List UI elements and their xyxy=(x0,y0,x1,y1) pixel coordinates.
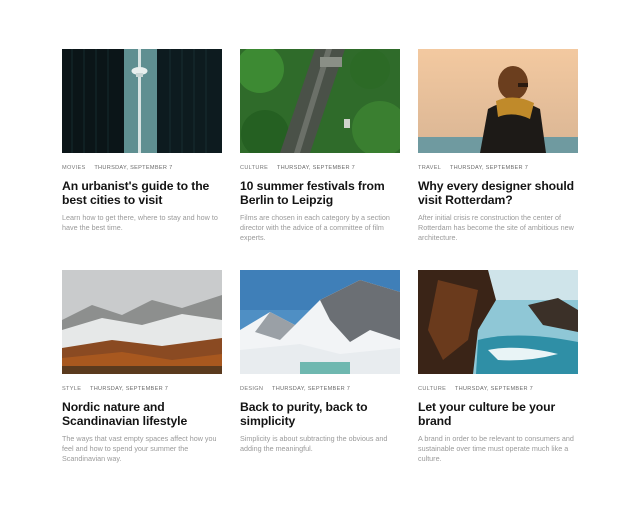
article-excerpt: After initial crisis re construction the… xyxy=(418,213,574,243)
article-excerpt: A brand in order to be relevant to consu… xyxy=(418,434,574,464)
article-meta: Culture Thursday, September 7 xyxy=(240,163,400,173)
article-title[interactable]: An urbanist's guide to the best cities t… xyxy=(62,179,222,207)
article-card[interactable]: Design Thursday, September 7 Back to pur… xyxy=(240,270,400,477)
article-title[interactable]: Nordic nature and Scandinavian lifestyle xyxy=(62,400,222,428)
article-card[interactable]: Style Thursday, September 7 Nordic natur… xyxy=(62,270,222,477)
article-meta: Style Thursday, September 7 xyxy=(62,384,222,394)
article-category[interactable]: Design xyxy=(240,386,263,392)
article-date: Thursday, September 7 xyxy=(454,386,534,392)
article-image-forest-road[interactable] xyxy=(240,49,400,153)
article-date: Thursday, September 7 xyxy=(276,165,356,171)
article-meta: Movies Thursday, September 7 xyxy=(62,163,222,173)
article-date: Thursday, September 7 xyxy=(90,386,169,392)
article-date: Thursday, September 7 xyxy=(94,165,173,171)
article-title[interactable]: Why every designer should visit Rotterda… xyxy=(418,179,578,207)
article-category[interactable]: Culture xyxy=(418,386,446,392)
article-meta: Design Thursday, September 7 xyxy=(240,384,400,394)
article-title[interactable]: 10 summer festivals from Berlin to Leipz… xyxy=(240,179,400,207)
article-image-nordic-landscape[interactable] xyxy=(62,270,222,374)
article-card[interactable]: Travel Thursday, September 7 Why every d… xyxy=(418,49,578,256)
article-date: Thursday, September 7 xyxy=(449,165,529,171)
article-category[interactable]: Culture xyxy=(240,165,268,171)
article-card[interactable]: Movies Thursday, September 7 An urbanist… xyxy=(62,49,222,256)
article-excerpt: Learn how to get there, where to stay an… xyxy=(62,213,218,233)
article-date: Thursday, September 7 xyxy=(272,386,351,392)
article-grid: Movies Thursday, September 7 An urbanist… xyxy=(62,49,578,477)
article-category[interactable]: Movies xyxy=(62,165,86,171)
article-image-coastal-cliffs[interactable] xyxy=(418,270,578,374)
article-image-man-scarf[interactable] xyxy=(418,49,578,153)
article-card[interactable]: Culture Thursday, September 7 10 summer … xyxy=(240,49,400,256)
article-title[interactable]: Let your culture be your brand xyxy=(418,400,578,428)
article-card[interactable]: Culture Thursday, September 7 Let your c… xyxy=(418,270,578,477)
article-category[interactable]: Travel xyxy=(418,165,441,171)
article-image-snowy-mountains[interactable] xyxy=(240,270,400,374)
article-excerpt: Films are chosen in each category by a s… xyxy=(240,213,390,243)
article-category[interactable]: Style xyxy=(62,386,81,392)
article-excerpt: Simplicity is about subtracting the obvi… xyxy=(240,434,388,454)
article-meta: Travel Thursday, September 7 xyxy=(418,163,578,173)
article-image-city-tower[interactable] xyxy=(62,49,222,153)
article-title[interactable]: Back to purity, back to simplicity xyxy=(240,400,400,428)
article-meta: Culture Thursday, September 7 xyxy=(418,384,578,394)
article-excerpt: The ways that vast empty spaces affect h… xyxy=(62,434,217,464)
